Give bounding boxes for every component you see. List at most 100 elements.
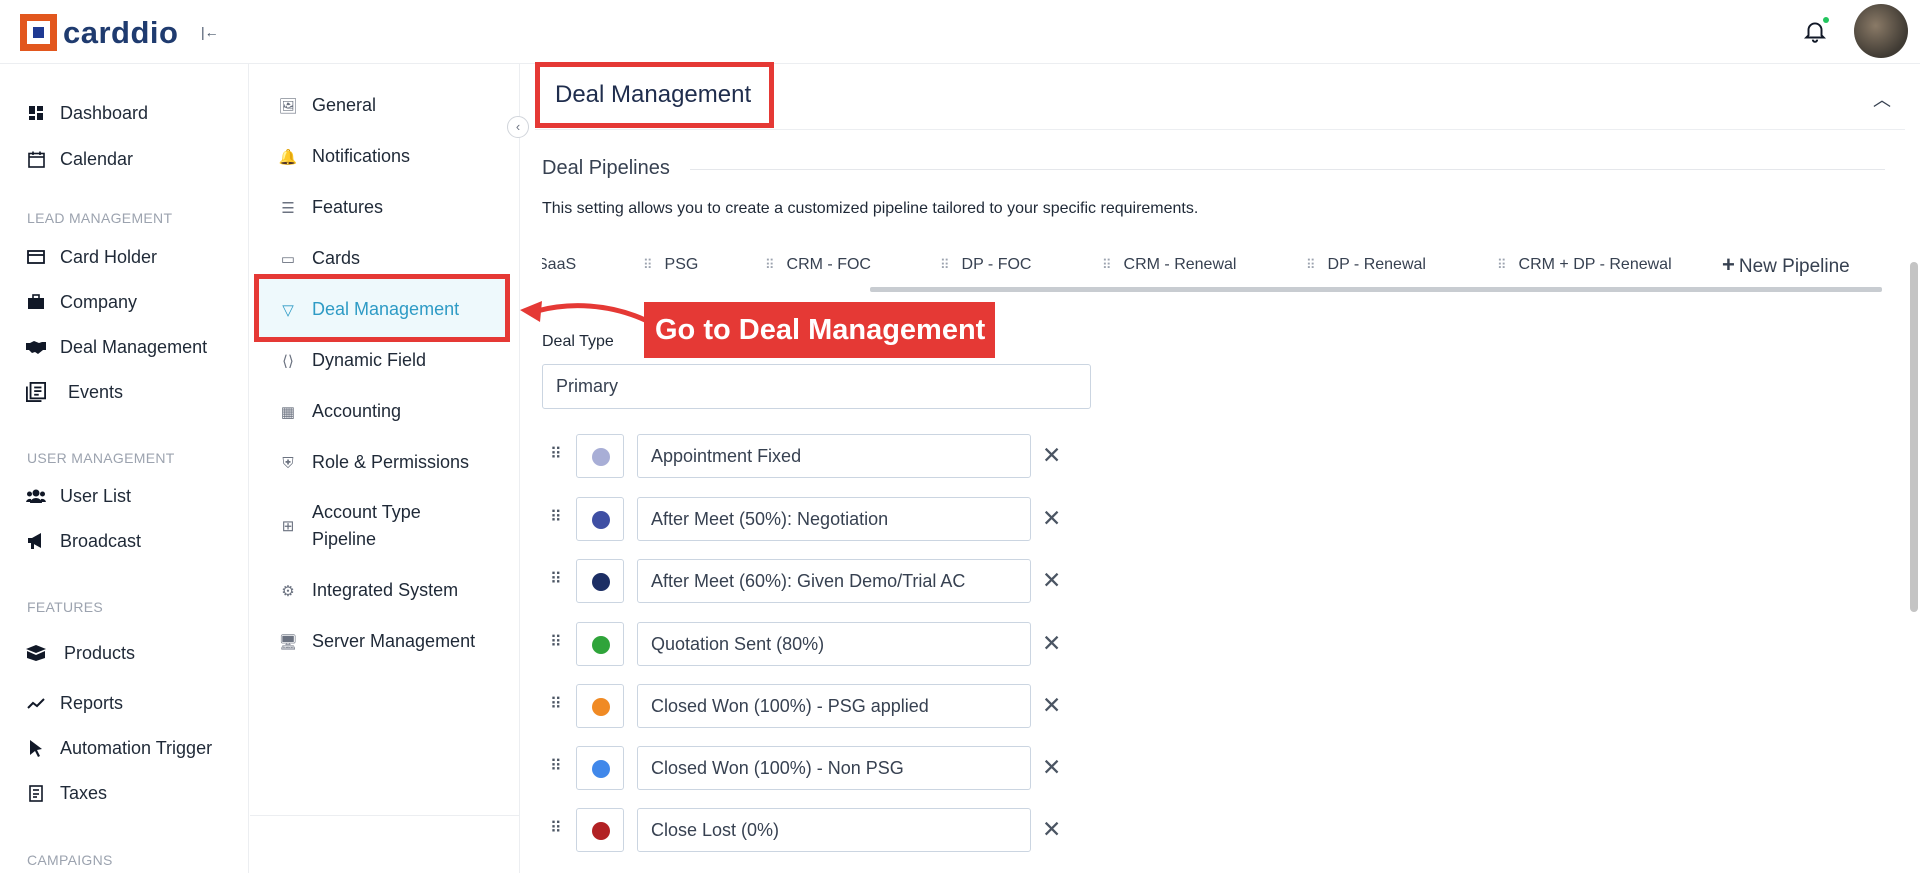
sidebar-item-taxes[interactable]: Taxes [26,779,107,807]
section-features: FEATURES [27,599,104,615]
avatar[interactable] [1854,4,1908,58]
shield-key-icon: ⛨ [282,455,294,472]
pipeline-tabs: SaaS ⠿ PSG ⠿ CRM - FOC ⠿ DP - FOC ⠿ CRM - Re… [542,250,1882,290]
layers-icon: ☰ [281,200,295,217]
page-scrollbar[interactable] [1910,262,1918,612]
sidebar-item-label: Events [68,381,124,402]
dashboard-icon [26,103,46,123]
color-picker[interactable] [576,559,624,603]
bell-outline-icon: 🔔 [278,149,298,166]
stage-name-input[interactable]: Closed Won (100%) - PSG applied [637,684,1031,728]
chevron-left-icon[interactable]: ‹ [507,116,529,138]
settings-item-features[interactable]: ☰ Features [278,194,383,222]
sidebar-item-products[interactable]: Products [26,639,135,667]
stage-name-input[interactable]: Close Lost (0%) [637,808,1031,852]
events-icon [26,382,46,402]
color-picker[interactable] [576,684,624,728]
new-pipeline-button[interactable]: + New Pipeline [1722,252,1850,278]
sidebar-item-deal-management[interactable]: Deal Management [26,333,207,361]
tab-crm-dp-renewal[interactable]: ⠿ CRM + DP - Renewal [1497,256,1672,274]
sidebar-item-events[interactable]: Events [26,378,123,406]
top-bar [0,0,1920,64]
sidebar-item-broadcast[interactable]: Broadcast [26,527,141,555]
drag-handle-icon[interactable]: ⠿ [550,444,562,464]
sidebar-item-company[interactable]: Company [26,288,137,316]
drag-handle-icon[interactable]: ⠿ [550,694,562,714]
drag-handle-icon[interactable]: ⠿ [550,507,562,527]
stage-row: ⠿ Appointment Fixed ✕ [542,434,1112,478]
close-icon[interactable]: ✕ [1042,567,1061,594]
tab-crm-foc[interactable]: ⠿ CRM - FOC [765,256,871,274]
settings-item-account-type-pipeline[interactable]: ⊞ Account Type Pipeline [278,499,462,553]
stage-name-input[interactable]: Quotation Sent (80%) [637,622,1031,666]
settings-item-integrated-system[interactable]: ⚙ Integrated System [278,577,458,605]
section-description: This setting allows you to create a cust… [542,200,1199,217]
logo[interactable]: carddio [20,14,178,51]
settings-item-label: Accounting [312,401,402,421]
stage-name-input[interactable]: After Meet (60%): Given Demo/Trial AC [637,559,1031,603]
settings-item-accounting[interactable]: ▦ Accounting [278,398,401,426]
notification-dot [1823,17,1829,23]
drag-handle-icon[interactable]: ⠿ [550,818,562,838]
settings-item-cards[interactable]: ▭ Cards [278,245,360,273]
sidebar-item-dashboard[interactable]: Dashboard [26,99,148,127]
chevron-up-icon[interactable]: ︿ [1873,86,1891,112]
stage-name-input[interactable]: Closed Won (100%) - Non PSG [637,746,1031,790]
color-picker[interactable] [576,746,624,790]
sidebar-item-reports[interactable]: Reports [26,689,123,717]
general-icon: 🖼 [278,98,298,115]
drag-handle-icon: ⠿ [643,257,653,272]
close-icon[interactable]: ✕ [1042,505,1061,532]
drag-handle-icon: ⠿ [940,257,950,272]
drag-handle-icon: ⠿ [1497,257,1507,272]
close-icon[interactable]: ✕ [1042,816,1061,843]
section-user-management: USER MANAGEMENT [27,450,175,466]
settings-item-general[interactable]: 🖼 General [278,92,376,120]
settings-item-role-permissions[interactable]: ⛨ Role & Permissions [278,449,469,477]
color-picker[interactable] [576,497,624,541]
settings-item-server-management[interactable]: 🖥 Server Management [278,628,475,656]
tab-crm-renewal[interactable]: ⠿ CRM - Renewal [1102,256,1236,274]
tab-saas[interactable]: SaaS [542,256,576,274]
color-picker[interactable] [576,808,624,852]
drag-handle-icon[interactable]: ⠿ [550,569,562,589]
sidebar-item-card-holder[interactable]: Card Holder [26,243,157,271]
page-title: Deal Management [555,81,752,108]
handshake-icon [26,337,46,357]
stage-row: ⠿ Closed Won (100%) - PSG applied ✕ [542,684,1112,728]
stage-row: ⠿ Closed Won (100%) - Non PSG ✕ [542,746,1112,790]
drag-handle-icon[interactable]: ⠿ [550,756,562,776]
tab-psg[interactable]: ⠿ PSG [643,256,698,274]
drag-handle-icon[interactable]: ⠿ [550,632,562,652]
code-icon: ⟨⟩ [282,353,294,370]
sidebar-item-calendar[interactable]: Calendar [26,145,133,173]
callout-label: Go to Deal Management [644,302,995,358]
stage-name-input[interactable]: After Meet (50%): Negotiation [637,497,1031,541]
sidebar-item-label: Company [60,291,138,312]
settings-item-deal-management[interactable]: ▽ Deal Management [278,296,459,324]
settings-item-dynamic-field[interactable]: ⟨⟩ Dynamic Field [278,347,426,375]
section-title: Deal Pipelines [542,157,670,179]
section-campaigns: CAMPAIGNS [27,852,113,868]
megaphone-icon [26,531,46,551]
stage-name-input[interactable]: Appointment Fixed [637,434,1031,478]
settings-item-notifications[interactable]: 🔔 Notifications [278,143,410,171]
tab-dp-foc[interactable]: ⠿ DP - FOC [940,256,1031,274]
close-icon[interactable]: ✕ [1042,630,1061,657]
close-icon[interactable]: ✕ [1042,692,1061,719]
close-icon[interactable]: ✕ [1042,442,1061,469]
divider [250,815,520,816]
color-picker[interactable] [576,434,624,478]
sidebar-item-user-list[interactable]: User List [26,482,131,510]
collapse-sidebar-icon[interactable]: |← [201,24,219,40]
sidebar-item-automation-trigger[interactable]: Automation Trigger [26,734,212,762]
sidebar-item-label: User List [60,485,132,506]
color-picker[interactable] [576,622,624,666]
sidebar-item-label: Automation Trigger [60,737,213,758]
close-icon[interactable]: ✕ [1042,754,1061,781]
plug-icon: ⚙ [281,583,295,600]
tabs-scrollbar[interactable] [870,287,1882,292]
id-card-icon: ▭ [280,251,296,268]
deal-type-field[interactable]: Primary [542,364,1091,409]
tab-dp-renewal[interactable]: ⠿ DP - Renewal [1306,256,1426,274]
